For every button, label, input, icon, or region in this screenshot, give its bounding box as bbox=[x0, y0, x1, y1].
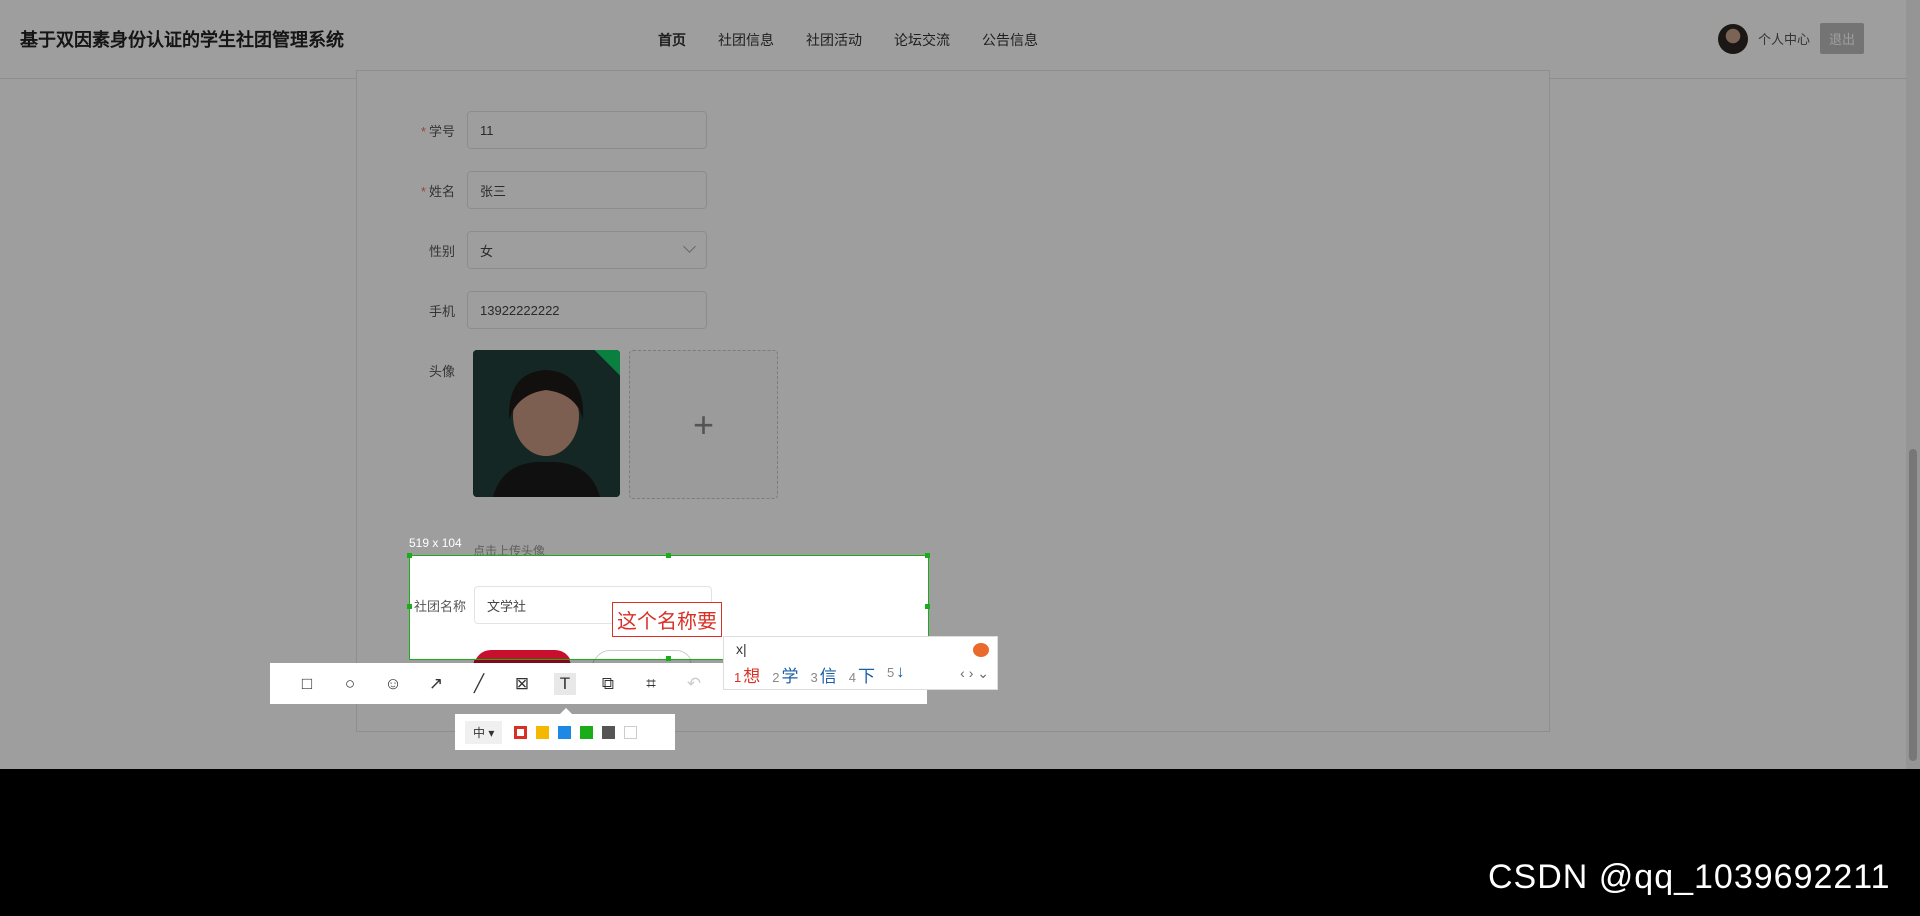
user-area: 个人中心 退出 bbox=[1717, 23, 1864, 54]
nav-forum[interactable]: 论坛交流 bbox=[894, 30, 950, 50]
nav-club-info[interactable]: 社团信息 bbox=[718, 30, 774, 50]
form-row-student-id: * 学号 11 bbox=[0, 110, 707, 150]
form-row-name: * 姓名 张三 bbox=[0, 170, 707, 210]
resize-handle-ne[interactable] bbox=[925, 553, 930, 558]
ime-candidate[interactable]: 5 ↓ bbox=[887, 662, 905, 687]
gender-value: 女 bbox=[480, 243, 494, 259]
avatar-label: 头像 bbox=[428, 363, 455, 379]
resize-handle-w[interactable] bbox=[407, 604, 412, 609]
nav-notice[interactable]: 公告信息 bbox=[982, 30, 1038, 50]
scrollbar-thumb[interactable] bbox=[1909, 449, 1917, 761]
scrollbar[interactable] bbox=[1906, 0, 1920, 769]
resize-handle-nw[interactable] bbox=[407, 553, 412, 558]
color-swatch-gray[interactable] bbox=[602, 725, 616, 739]
ime-candidate[interactable]: 1想 bbox=[734, 662, 760, 687]
ime-candidate-window: x| 1想 2学 3信 4下 5 ↓ ‹ › ⌄ bbox=[723, 636, 998, 690]
student-id-input[interactable]: 11 bbox=[467, 111, 707, 149]
site-title: 基于双因素身份认证的学生社团管理系统 bbox=[20, 30, 344, 50]
ime-composition: x| bbox=[736, 641, 747, 657]
text-style-bar: 中 ▾ bbox=[455, 708, 675, 750]
name-input[interactable]: 张三 bbox=[467, 171, 707, 209]
logout-button[interactable]: 退出 bbox=[1819, 23, 1864, 54]
chevron-down-icon bbox=[683, 240, 696, 253]
avatar-upload-button[interactable]: + bbox=[629, 350, 778, 499]
arrow-icon[interactable]: ↗ bbox=[425, 673, 447, 695]
line-icon[interactable]: ╱ bbox=[468, 673, 490, 695]
ocr-icon[interactable]: ⌗ bbox=[640, 673, 662, 695]
text-icon[interactable]: T bbox=[554, 672, 576, 695]
mosaic-icon[interactable]: ⊠ bbox=[511, 673, 533, 695]
phone-label: 手机 bbox=[428, 303, 455, 319]
circle-icon[interactable]: ○ bbox=[339, 673, 361, 695]
ime-candidates: 1想 2学 3信 4下 5 ↓ bbox=[734, 662, 905, 687]
portrait-image bbox=[473, 350, 620, 497]
plus-icon: + bbox=[692, 403, 715, 445]
student-id-label: * 学号 bbox=[420, 123, 455, 139]
rectangle-icon[interactable]: □ bbox=[296, 673, 318, 695]
form-row-avatar: 头像 bbox=[0, 350, 463, 390]
color-swatch-yellow[interactable] bbox=[536, 725, 550, 739]
nav-club-activity[interactable]: 社团活动 bbox=[806, 30, 862, 50]
form-row-gender: 性别 女 bbox=[0, 230, 707, 270]
nav-home[interactable]: 首页 bbox=[658, 30, 686, 50]
color-swatch-red[interactable] bbox=[514, 725, 528, 739]
text-annotation[interactable]: 这个名称要 bbox=[612, 602, 722, 637]
avatar-preview[interactable] bbox=[473, 350, 620, 497]
user-center-link[interactable]: 个人中心 bbox=[1758, 29, 1810, 48]
ime-candidate[interactable]: 3信 bbox=[810, 662, 836, 687]
emoji-icon[interactable]: ☺ bbox=[382, 673, 404, 695]
avatar[interactable] bbox=[1717, 23, 1748, 54]
resize-handle-e[interactable] bbox=[925, 604, 930, 609]
copy-icon[interactable]: ⧉ bbox=[597, 673, 619, 695]
color-swatch-green[interactable] bbox=[580, 725, 594, 739]
resize-handle-s[interactable] bbox=[666, 656, 671, 661]
ime-candidate[interactable]: 4下 bbox=[849, 662, 875, 687]
gender-select[interactable]: 女 bbox=[467, 231, 707, 269]
color-swatch-blue[interactable] bbox=[558, 725, 572, 739]
watermark: CSDN @qq_1039692211 bbox=[1488, 858, 1891, 896]
main-nav: 首页 社团信息 社团活动 论坛交流 公告信息 bbox=[658, 30, 1070, 50]
resize-handle-n[interactable] bbox=[666, 553, 671, 558]
reset-button[interactable] bbox=[593, 650, 693, 659]
header: 基于双因素身份认证的学生社团管理系统 首页 社团信息 社团活动 论坛交流 公告信… bbox=[0, 0, 1920, 79]
font-size-select[interactable]: 中 ▾ bbox=[465, 720, 503, 744]
ime-logo-icon bbox=[973, 643, 989, 657]
ime-candidate[interactable]: 2学 bbox=[772, 662, 798, 687]
club-name-label: 社团名称 bbox=[413, 598, 466, 614]
save-button[interactable] bbox=[474, 650, 572, 659]
ime-page-nav[interactable]: ‹ › ⌄ bbox=[960, 665, 989, 682]
form-row-phone: 手机 13922222222 bbox=[0, 290, 707, 330]
phone-input[interactable]: 13922222222 bbox=[467, 291, 707, 329]
color-swatch-white[interactable] bbox=[624, 725, 638, 739]
gender-label: 性别 bbox=[428, 243, 455, 259]
selection-size: 519 x 104 bbox=[409, 536, 462, 550]
undo-icon[interactable]: ↶ bbox=[683, 673, 705, 695]
name-label: * 姓名 bbox=[420, 183, 455, 199]
